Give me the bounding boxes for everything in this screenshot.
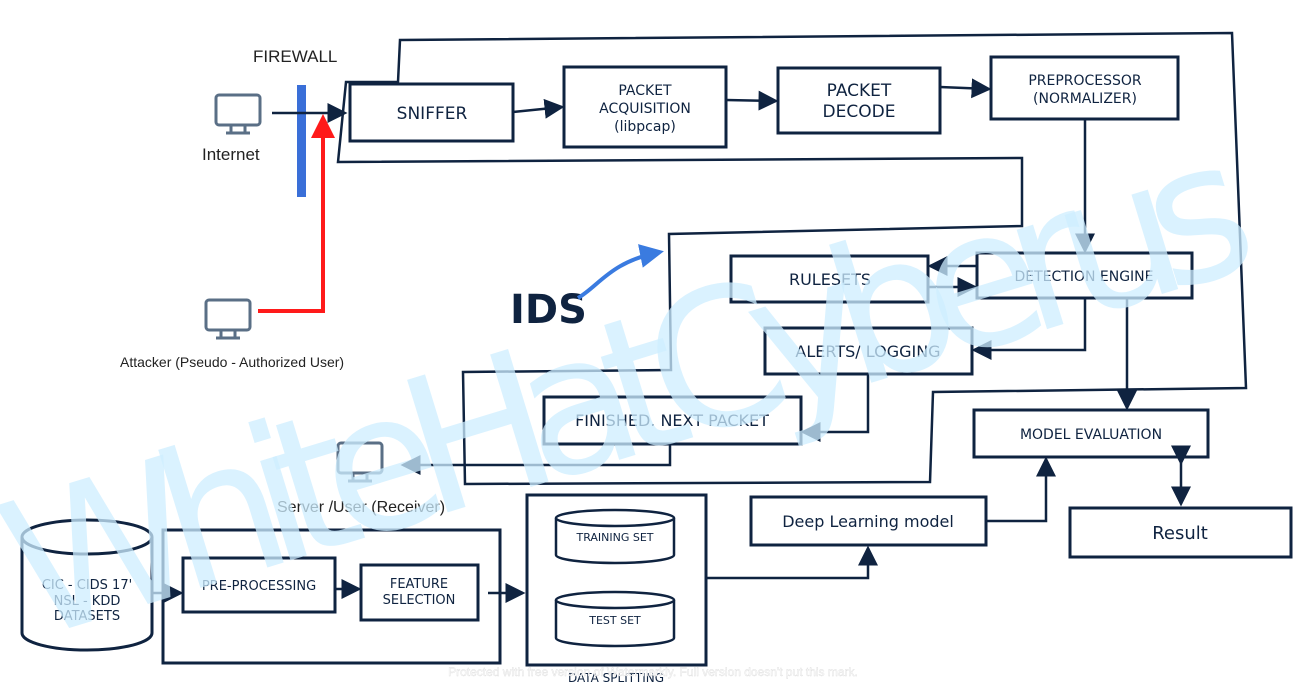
diagram-canvas: FIREWALL Internet Attacker (Pseudo - Aut… [0, 31, 1293, 685]
arrow-acq-decode [725, 90, 779, 111]
firewall-label: FIREWALL [253, 47, 337, 66]
arrow-decode-preproc [939, 78, 992, 99]
packet-decode-line1: PACKET [827, 81, 892, 101]
feature-selection-line2: SELECTION [383, 593, 456, 608]
packet-acquisition-line3: (libpcap) [614, 119, 676, 135]
ids-architecture-diagram: FIREWALL Internet Attacker (Pseudo - Aut… [0, 0, 1306, 699]
packet-decode-line2: DECODE [823, 102, 896, 122]
sniffer-label: SNIFFER [397, 104, 468, 124]
firewall-bar [297, 85, 306, 197]
model-evaluation-label: MODEL EVALUATION [1020, 427, 1162, 443]
internet-monitor-icon [214, 93, 262, 135]
training-set-label: TRAINING SET [575, 531, 653, 544]
deep-learning-label: Deep Learning model [782, 512, 954, 531]
preprocessor-line1: PREPROCESSOR [1028, 73, 1142, 89]
preprocessor-line2: (NORMALIZER) [1033, 91, 1137, 107]
internet-label: Internet [202, 145, 260, 164]
attacker-monitor-icon [204, 298, 252, 340]
attacker-label: Attacker (Pseudo - Authorized User) [120, 354, 344, 370]
footer-watermark: Protected with free version of Watermark… [448, 665, 858, 679]
packet-acquisition-line1: PACKET [618, 83, 672, 99]
attack-arrow [258, 114, 335, 313]
feature-selection-line1: FEATURE [390, 577, 448, 592]
arrow-split-dl [706, 545, 878, 580]
test-set-label: TEST SET [588, 614, 641, 627]
packet-acquisition-line2: ACQUISITION [599, 101, 691, 117]
arrow-sniffer-acq [512, 98, 565, 119]
result-label: Result [1152, 523, 1208, 544]
arrow-dl-eval [986, 456, 1056, 523]
